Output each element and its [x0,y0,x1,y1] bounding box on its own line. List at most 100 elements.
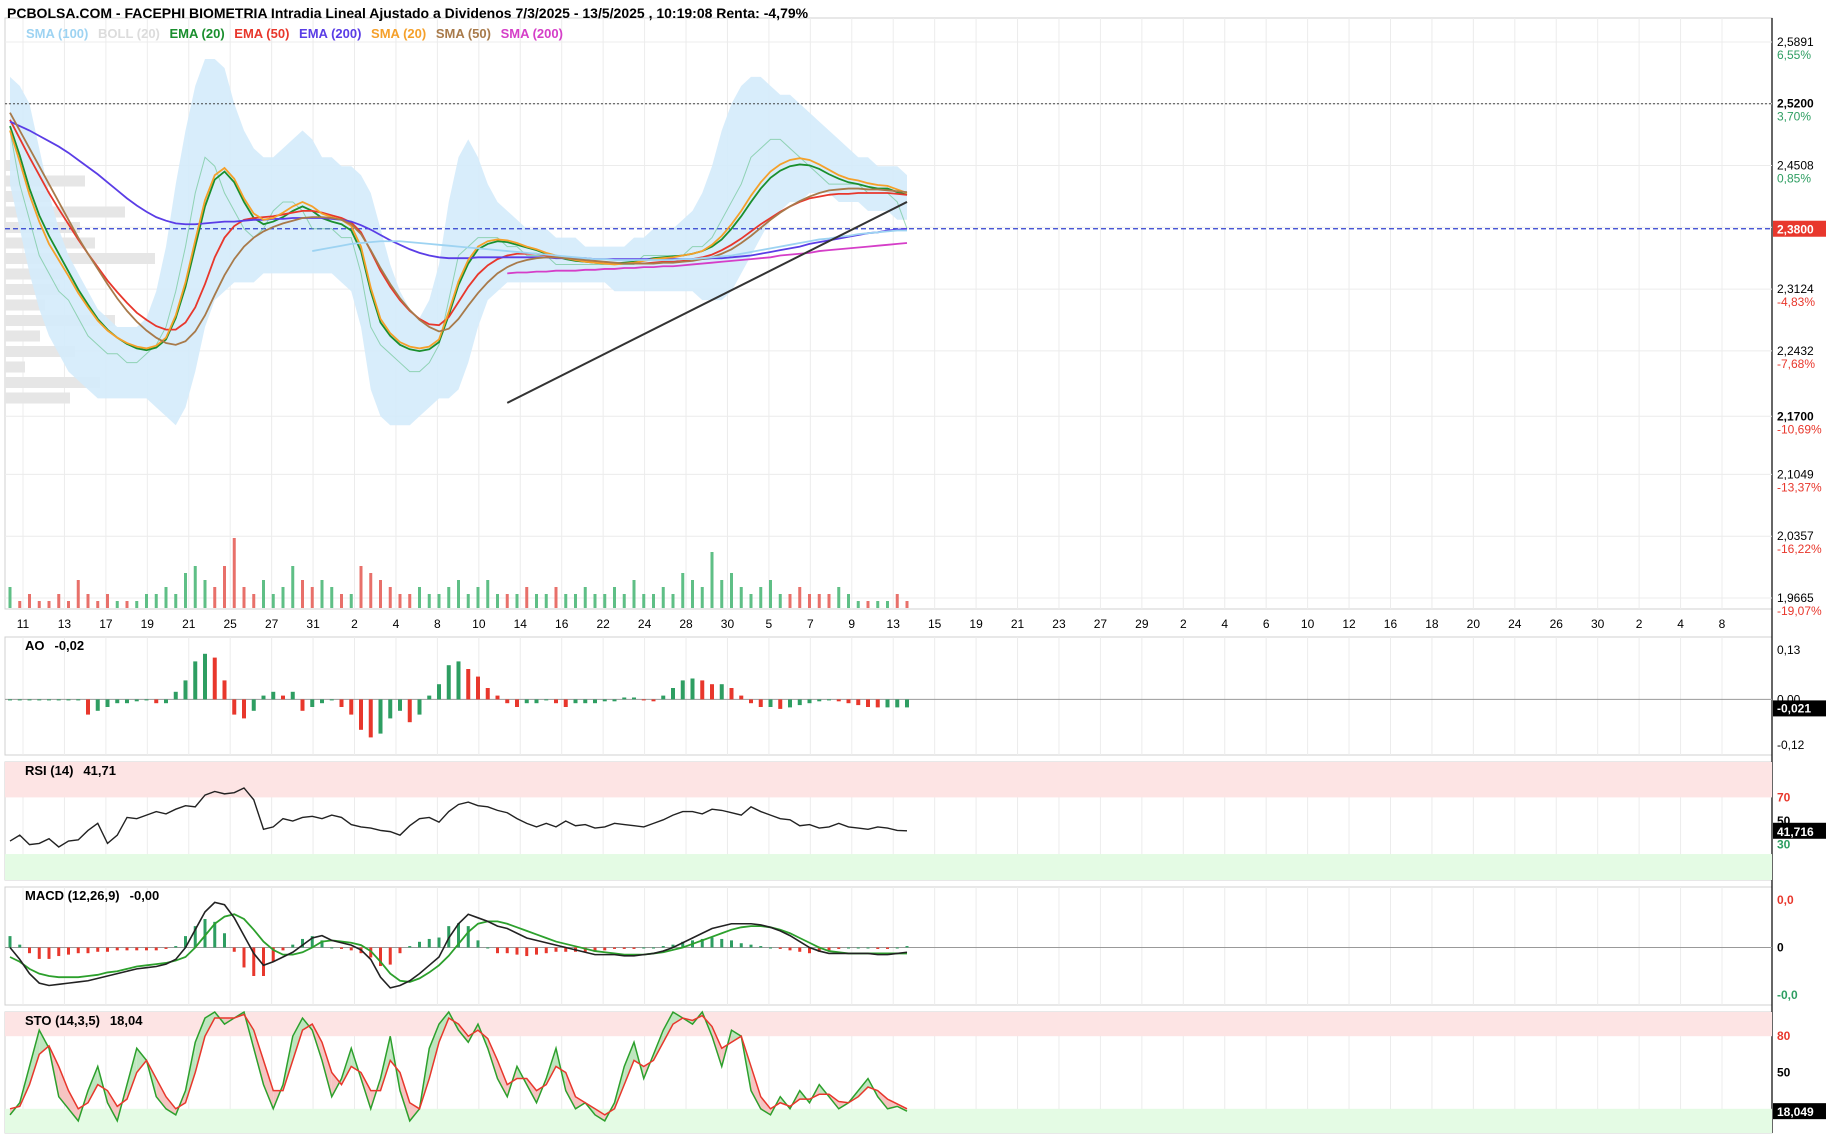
ao-bar [310,699,315,707]
volume-bar [749,594,753,608]
macd-histogram-bar [37,947,41,959]
price-tick-label: 2,1049 [1777,467,1814,481]
volume-bar [369,573,373,608]
ao-bar [544,699,549,701]
legend-item-sma50[interactable]: SMA (50) [436,26,491,41]
ao-bar [339,699,344,707]
volume-bar [115,601,119,608]
volume-bar [18,601,22,608]
ao-bar [680,680,685,700]
macd-histogram-bar [398,947,402,954]
macd-histogram-bar [281,947,285,951]
volume-bar [330,587,334,608]
volume-bar [28,594,31,608]
legend-item-sma200[interactable]: SMA (200) [501,26,563,41]
ao-bar [193,661,198,700]
ao-bar [700,680,705,700]
macd-histogram-bar [115,947,119,951]
ao-bar [105,699,110,707]
price-tick-pct: -7,68% [1777,357,1815,371]
ao-bar [719,684,724,700]
x-tick-label: 26 [1550,617,1564,631]
sto-value: 18,04 [109,1013,143,1028]
x-tick-label: 30 [1591,617,1605,631]
legend-item-ema50[interactable]: EMA (50) [234,26,289,41]
x-tick-label: 28 [679,617,693,631]
x-tick-label: 4 [1221,617,1228,631]
x-tick-label: 16 [555,617,569,631]
x-tick-label: 8 [1719,617,1726,631]
volume-bar [496,594,499,608]
macd-histogram-bar [340,947,343,949]
x-tick-label: 15 [928,617,942,631]
ao-bar [320,699,324,704]
macd-tick-label: -0,0 [1777,988,1798,1002]
volume-bar [895,594,899,608]
volume-bar [778,594,782,608]
rsi-tick-label: 30 [1777,838,1791,852]
ao-bar [76,699,81,701]
volume-bar [613,587,616,608]
legend-item-boll20[interactable]: BOLL (20) [98,26,160,41]
ao-bar [573,699,578,704]
volume-bar [76,580,80,608]
macd-histogram-bar [505,947,509,954]
volume-bar [242,587,246,608]
volume-bar [125,601,129,608]
volume-bar [8,587,12,608]
x-tick-label: 2 [1180,617,1187,631]
legend-item-sma20[interactable]: SMA (20) [371,26,426,41]
x-tick-label: 31 [306,617,320,631]
legend-item-sma100[interactable]: SMA (100) [26,26,88,41]
legend-item-ema20[interactable]: EMA (20) [170,26,225,41]
ao-bar [368,699,373,738]
volume-bar [164,587,168,608]
ao-bar [56,699,61,701]
price-tick-label: 2,2432 [1777,344,1814,358]
ao-bar [329,699,334,701]
macd-histogram-bar [837,947,841,949]
ao-bar [788,699,792,708]
rsi-panel-label: RSI (14) 41,71 [25,763,126,778]
macd-histogram-bar [788,947,792,951]
macd-histogram-bar [642,947,646,949]
macd-histogram-bar [847,947,850,949]
ao-bar [846,699,851,704]
ao-bar [261,695,266,700]
ao-bar [661,695,666,700]
volume-bar [379,580,382,608]
x-tick-label: 5 [766,617,773,631]
volume-bar [544,594,548,608]
ao-bar [232,699,237,715]
ao-bar [563,699,568,707]
volume-bar [340,594,343,608]
x-tick-label: 27 [265,617,279,631]
volume-bar [808,594,811,608]
volume-bar [96,601,100,608]
volume-bar [310,587,314,608]
x-tick-label: 4 [393,617,400,631]
ao-bar [622,697,627,700]
volume-bar [466,594,470,608]
ao-bar [203,653,207,700]
ao-bar [437,684,441,700]
ao-current-label: -0,021 [1777,701,1811,715]
x-tick-label: 13 [58,617,72,631]
ao-bar [388,699,393,719]
sto-tick-label: 80 [1777,1029,1791,1043]
price-tick-label: 2,5891 [1777,35,1814,49]
legend-item-ema200[interactable]: EMA (200) [299,26,361,41]
x-tick-label: 29 [1135,617,1149,631]
ao-bar [8,699,12,701]
macd-histogram-bar [154,947,158,951]
macd-histogram-bar [174,946,178,948]
volume-bar [418,587,421,608]
macd-histogram-bar [67,947,70,955]
volume-bar [476,587,480,608]
volume-bar [856,601,860,608]
volume-bar [837,587,841,608]
volume-bar [554,587,558,608]
macd-value: -0,00 [129,888,160,903]
macd-histogram-bar [730,940,733,948]
volume-bar [622,594,626,608]
